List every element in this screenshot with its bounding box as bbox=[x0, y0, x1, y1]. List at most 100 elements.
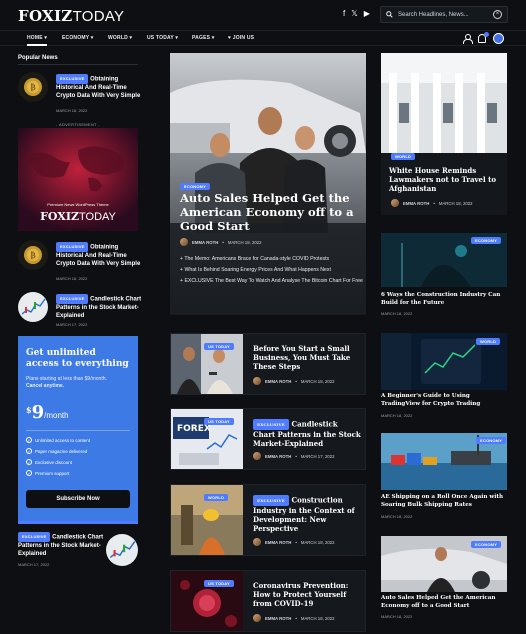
exclusive-badge: EXCLUSIVE bbox=[253, 419, 290, 430]
byline: EMMA ROTH • MARCH 18, 2022 bbox=[391, 199, 473, 207]
list-item[interactable]: EXCLUSIVE Candlestick Chart Patterns in … bbox=[18, 532, 142, 572]
subscribe-box: Get unlimited access to everything Plans… bbox=[18, 336, 138, 524]
notification-badge bbox=[484, 32, 489, 37]
avatar bbox=[180, 238, 188, 246]
popular-news-heading: Popular News bbox=[18, 55, 58, 61]
feature-item: ✓ Paper magazine delivered bbox=[26, 448, 88, 454]
check-icon: ✓ bbox=[26, 448, 32, 454]
article-title[interactable]: A Beginner's Guide to Using TradingView … bbox=[381, 393, 507, 408]
check-icon: ✓ bbox=[26, 437, 32, 443]
divider bbox=[26, 430, 130, 431]
feature-title[interactable]: White House Reminds Lawmakers not to Tra… bbox=[389, 166, 501, 193]
article-title[interactable]: EXCLUSIVE Construction Industry in the C… bbox=[253, 495, 361, 533]
exclusive-badge: EXCLUSIVE bbox=[56, 242, 89, 252]
subscribe-button[interactable]: Subscribe Now bbox=[26, 490, 130, 508]
article-date: MARCH 17, 2022 bbox=[56, 322, 88, 327]
feature-item: ✓ Premium support bbox=[26, 470, 70, 476]
feature-item: ✓ Unlimited access to content bbox=[26, 437, 91, 443]
article-card[interactable]: FOREX US TODAY EXCLUSIVE Candlestick Cha… bbox=[170, 408, 366, 470]
category-tag[interactable]: ECONOMY bbox=[471, 237, 502, 244]
category-tag[interactable]: US TODAY bbox=[204, 413, 234, 431]
search-icon bbox=[386, 11, 393, 18]
article-title[interactable]: Auto Sales Helped Get the American Econo… bbox=[381, 595, 507, 610]
subscribe-price: $9/month bbox=[26, 402, 69, 423]
divider bbox=[18, 64, 138, 65]
bell-icon[interactable] bbox=[478, 32, 489, 43]
byline: EMMA ROTH • MARCH 17, 2022 bbox=[253, 452, 335, 460]
category-tag[interactable]: WORLD bbox=[204, 489, 229, 507]
nav-join-us[interactable]: ♥ JOIN US bbox=[228, 35, 254, 41]
related-link[interactable]: + The Memo: Americans Brace for Canada-s… bbox=[180, 255, 363, 263]
article-date: MARCH 18, 2022 bbox=[381, 311, 413, 316]
avatar bbox=[253, 452, 261, 460]
nav-world[interactable]: WORLD ▾ bbox=[108, 35, 132, 41]
facebook-icon[interactable]: f bbox=[343, 9, 345, 18]
ad-logo: FOXIZTODAY bbox=[40, 210, 116, 223]
article-card[interactable]: WORLD EXCLUSIVE Construction Industry in… bbox=[170, 484, 366, 556]
list-item[interactable]: EXCLUSIVE Candlestick Chart Patterns in … bbox=[18, 292, 142, 332]
category-tag[interactable]: ECONOMY bbox=[471, 541, 502, 548]
ad-tagline: Premium News WordPress Theme bbox=[47, 202, 109, 207]
check-icon: ✓ bbox=[26, 459, 32, 465]
article-card[interactable]: US TODAY Before You Start a Small Busine… bbox=[170, 333, 366, 395]
social-links: f 𝕏 ▶ bbox=[343, 9, 370, 18]
article-card[interactable]: US TODAY Coronavirus Prevention: How to … bbox=[170, 570, 366, 632]
avatar bbox=[253, 614, 261, 622]
youtube-icon[interactable]: ▶ bbox=[364, 9, 370, 18]
advertisement-label: - ADVERTISEMENT - bbox=[56, 122, 100, 127]
related-link[interactable]: + EXCLUSIVE The Best Way To Watch And An… bbox=[180, 277, 363, 285]
byline: EMMA ROTH • MARCH 18, 2022 bbox=[253, 614, 335, 622]
user-icon[interactable] bbox=[463, 34, 473, 44]
byline: EMMA ROTH • MARCH 18, 2022 bbox=[253, 538, 335, 546]
nav-economy[interactable]: ECONOMY ▾ bbox=[62, 35, 93, 41]
advertisement-banner[interactable]: Premium News WordPress Theme FOXIZTODAY bbox=[18, 128, 138, 231]
dark-mode-toggle-icon[interactable] bbox=[493, 33, 504, 44]
nav-icons bbox=[463, 32, 504, 44]
subscribe-heading: Get unlimited access to everything bbox=[26, 348, 129, 369]
article-title[interactable]: Before You Start a Small Business, You M… bbox=[253, 344, 361, 371]
category-tag[interactable]: ECONOMY bbox=[476, 437, 507, 444]
article-title[interactable]: EXCLUSIVE Candlestick Chart Patterns in … bbox=[253, 419, 361, 448]
chart-thumbnail bbox=[18, 292, 48, 322]
clear-search-icon[interactable]: × bbox=[493, 10, 502, 19]
main-nav: HOME ▾ ECONOMY ▾ WORLD ▾ US TODAY ▾ PAGE… bbox=[0, 30, 526, 46]
article-date: MARCH 18, 2022 bbox=[56, 108, 88, 113]
top-header: FOXIZTODAY f 𝕏 ▶ Search Headlines, News.… bbox=[0, 0, 526, 30]
article-date: MARCH 18, 2022 bbox=[56, 276, 88, 281]
exclusive-badge: EXCLUSIVE bbox=[56, 294, 89, 304]
nav-us-today[interactable]: US TODAY ▾ bbox=[147, 35, 178, 41]
exclusive-badge: EXCLUSIVE bbox=[18, 532, 51, 542]
bitcoin-thumbnail: ₿ bbox=[18, 240, 48, 270]
search-input[interactable]: Search Headlines, News... × bbox=[380, 6, 508, 23]
twitter-icon[interactable]: 𝕏 bbox=[351, 9, 357, 18]
category-tag[interactable]: WORLD bbox=[391, 153, 416, 160]
byline: EMMA ROTH • MARCH 18, 2022 bbox=[253, 377, 335, 385]
list-item[interactable]: ₿ EXCLUSIVE Obtaining Historical And Rea… bbox=[18, 240, 142, 281]
nav-pages[interactable]: PAGES ▾ bbox=[192, 35, 214, 41]
search-placeholder: Search Headlines, News... bbox=[398, 11, 469, 18]
avatar bbox=[391, 199, 399, 207]
category-tag[interactable]: WORLD bbox=[476, 338, 501, 345]
article-title[interactable]: 6 Ways the Construction Industry Can Bui… bbox=[381, 292, 507, 307]
feature-item: ✓ Exclusive discount bbox=[26, 459, 73, 465]
category-tag[interactable]: US TODAY bbox=[204, 575, 234, 593]
bitcoin-thumbnail: ₿ bbox=[18, 72, 48, 102]
check-icon: ✓ bbox=[26, 470, 32, 476]
related-links: + The Memo: Americans Brace for Canada-s… bbox=[180, 255, 363, 288]
category-tag[interactable]: US TODAY bbox=[204, 338, 234, 356]
article-date: MARCH 18, 2022 bbox=[381, 614, 413, 619]
exclusive-badge: EXCLUSIVE bbox=[253, 495, 290, 506]
hero-title[interactable]: Auto Sales Helped Get the American Econo… bbox=[180, 191, 360, 233]
list-item[interactable]: ₿ EXCLUSIVE Obtaining Historical And Rea… bbox=[18, 72, 142, 113]
avatar bbox=[253, 538, 261, 546]
nav-home[interactable]: HOME ▾ bbox=[27, 35, 48, 46]
chart-thumbnail bbox=[106, 534, 138, 566]
article-title[interactable]: Coronavirus Prevention: How to Protect Y… bbox=[253, 581, 361, 608]
related-link[interactable]: + What Is Behind Soaring Energy Prices A… bbox=[180, 266, 363, 274]
article-title[interactable]: AE Shipping on a Roll Once Again with So… bbox=[381, 494, 507, 509]
svg-text:₿: ₿ bbox=[30, 250, 36, 260]
byline: EMMA ROTH • MARCH 18, 2022 bbox=[180, 238, 262, 246]
article-date: MARCH 17, 2022 bbox=[18, 562, 50, 567]
subscribe-note: Plans starting at less than $9/month. Can… bbox=[26, 376, 107, 389]
site-logo[interactable]: FOXIZTODAY bbox=[18, 7, 124, 25]
